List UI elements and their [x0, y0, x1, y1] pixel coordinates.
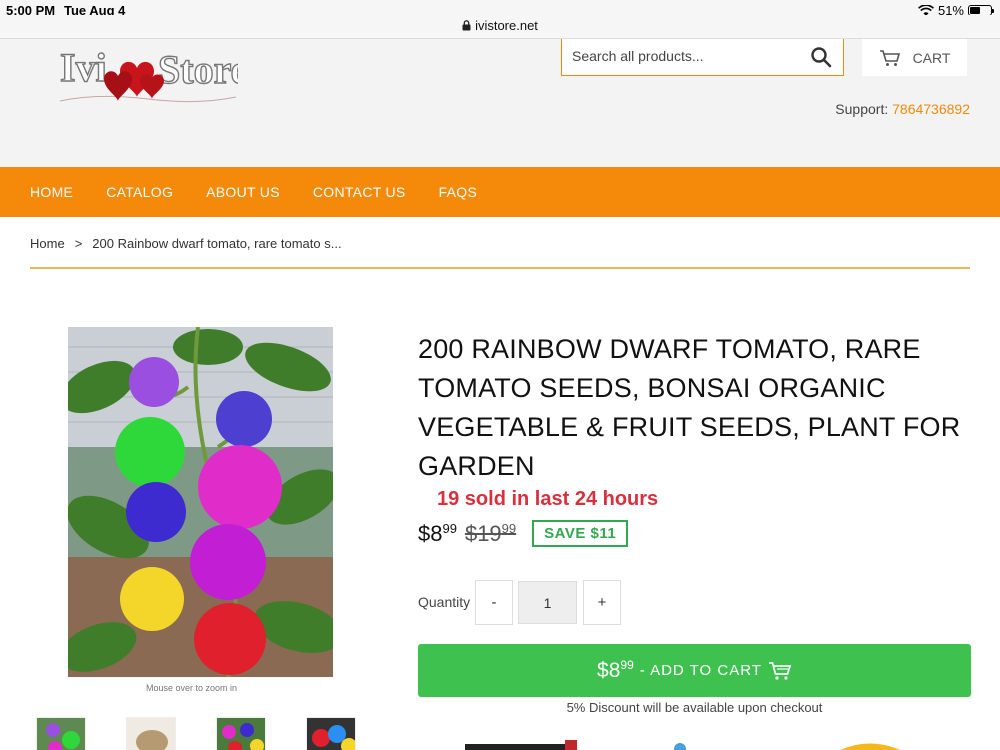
support-info: Support: 7864736892	[835, 101, 970, 117]
quantity-increase-button[interactable]: +	[583, 580, 621, 625]
breadcrumb-separator: >	[74, 236, 83, 251]
breadcrumb: Home > 200 Rainbow dwarf tomato, rare to…	[30, 236, 342, 251]
browser-url-bar[interactable]: ivistore.net	[0, 15, 1000, 39]
nav-about-us[interactable]: ABOUT US	[206, 184, 280, 200]
support-label: Support:	[835, 101, 889, 117]
add-to-cart-price: $899	[597, 658, 634, 682]
svg-text:Ivi: Ivi	[60, 45, 107, 90]
save-badge: SAVE $11	[532, 520, 629, 547]
add-to-cart-button[interactable]: $899 - ADD TO CART	[418, 644, 971, 697]
lock-icon	[462, 20, 471, 31]
zoom-hint: Mouse over to zoom in	[146, 683, 238, 693]
breadcrumb-divider	[30, 267, 970, 269]
nav-contact-us[interactable]: CONTACT US	[313, 184, 406, 200]
quantity-decrease-button[interactable]: -	[475, 580, 513, 625]
product-main-image[interactable]	[68, 327, 333, 677]
cart-button[interactable]: CART	[862, 39, 967, 76]
shield-icon	[674, 743, 686, 750]
price-row: $899 $1999 SAVE $11	[418, 520, 629, 547]
product-title: 200 RAINBOW DWARF TOMATO, RARE TOMATO SE…	[418, 334, 961, 481]
site-header: Ivi Store CART Support: 7864736892	[0, 39, 1000, 167]
heart-icon	[104, 61, 164, 101]
compare-price: $1999	[464, 520, 517, 546]
nav-catalog[interactable]: CATALOG	[106, 184, 173, 200]
discount-note: 5% Discount will be available upon check…	[566, 700, 823, 715]
product-price: $899	[418, 520, 457, 546]
quantity-input[interactable]	[518, 581, 577, 624]
sold-counter: 19 sold in last 24 hours	[437, 488, 659, 510]
cart-icon	[768, 661, 792, 680]
url-text: ivistore.net	[475, 18, 538, 33]
search-input[interactable]	[562, 39, 792, 73]
nav-faqs[interactable]: FAQS	[439, 184, 478, 200]
store-logo[interactable]: Ivi Store	[58, 41, 249, 153]
cart-icon	[879, 49, 900, 66]
quantity-label: Quantity	[418, 594, 471, 610]
nav-home[interactable]: HOME	[30, 184, 73, 200]
search-icon[interactable]	[809, 45, 833, 69]
guarantee-badge-icon	[840, 743, 900, 750]
cart-label: CART	[912, 49, 951, 66]
add-to-cart-label: - ADD TO CART	[639, 662, 762, 679]
search-box	[561, 39, 844, 76]
support-phone-link[interactable]: 7864736892	[892, 101, 970, 117]
trust-badges	[0, 735, 1000, 750]
svg-text:Store: Store	[158, 47, 238, 92]
breadcrumb-home[interactable]: Home	[30, 236, 65, 251]
main-nav: HOME CATALOG ABOUT US CONTACT US FAQS	[0, 167, 1000, 217]
battery-fill	[970, 7, 981, 14]
shipping-truck-icon	[465, 740, 577, 750]
breadcrumb-current: 200 Rainbow dwarf tomato, rare tomato s.…	[92, 236, 342, 251]
